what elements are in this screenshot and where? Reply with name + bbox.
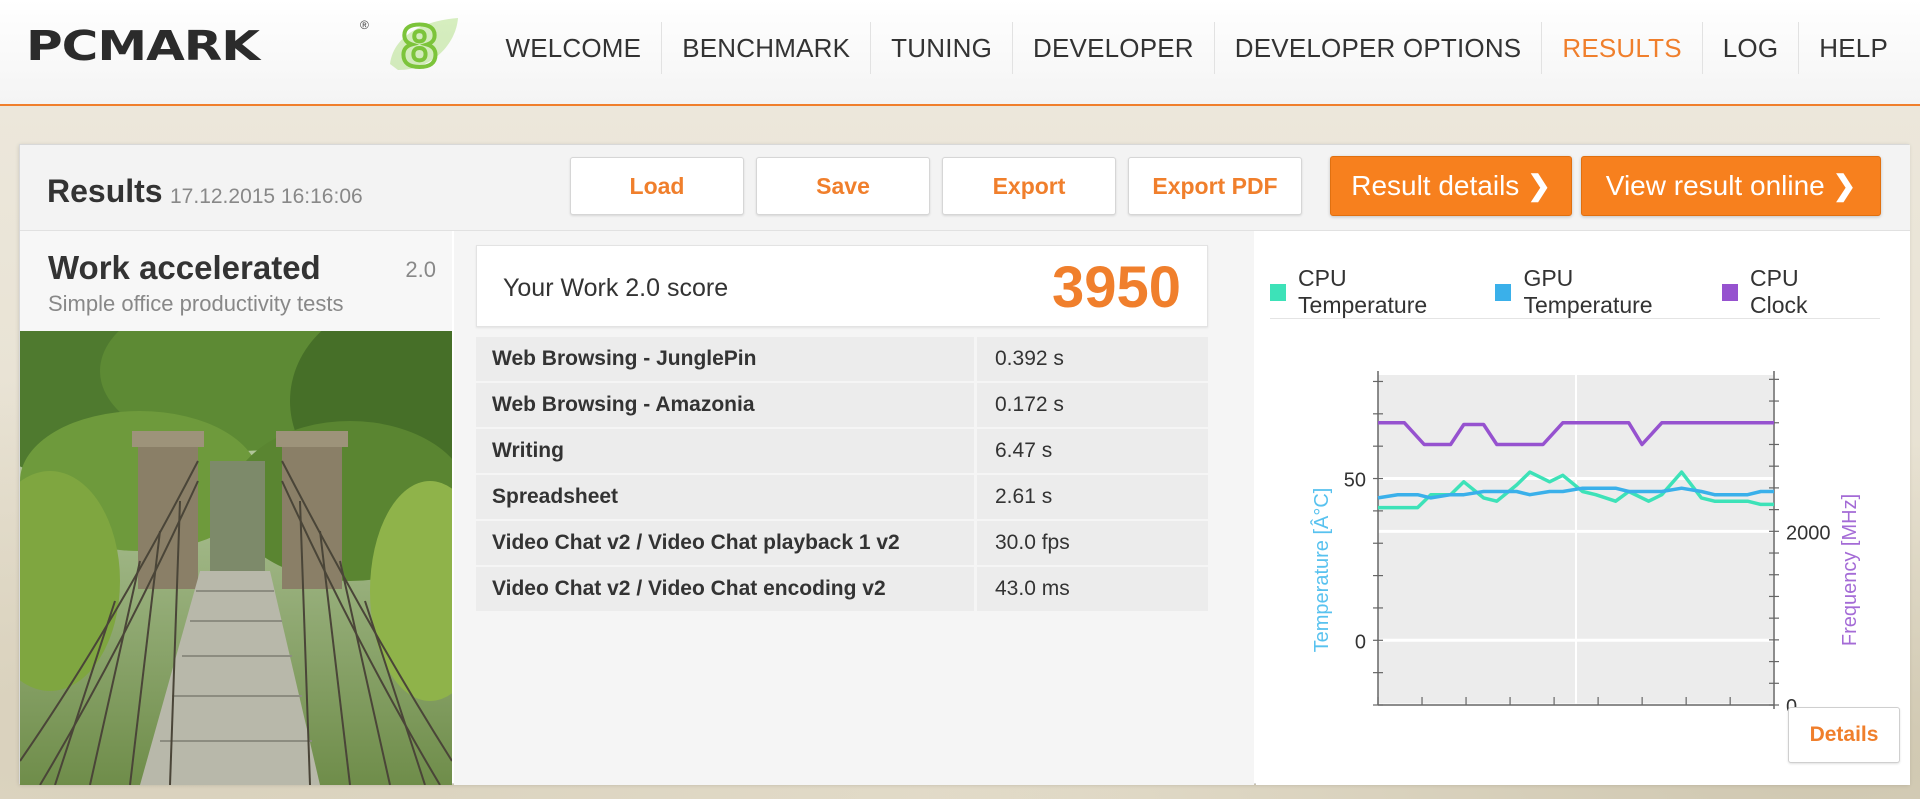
left-tick-label: 0 (1355, 631, 1366, 653)
legend-item: CPU Clock (1722, 265, 1856, 319)
logo-registered-mark: ® (360, 18, 369, 32)
details-button[interactable]: Details (1788, 707, 1900, 763)
subtest-value: 43.0 ms (977, 567, 1208, 611)
legend-swatch (1495, 283, 1512, 301)
logo-eight-emblem: 8 (390, 14, 458, 76)
subtest-name: Video Chat v2 / Video Chat encoding v2 (476, 567, 974, 611)
subtest-name: Web Browsing - JunglePin (476, 337, 974, 381)
export-button[interactable]: Export (942, 157, 1116, 215)
score-label: Your Work 2.0 score (503, 274, 729, 302)
nav-item-log[interactable]: LOG (1703, 22, 1800, 74)
logo-number: 8 (400, 15, 439, 76)
subtest-results-table: Web Browsing - JunglePin 0.392 s Web Brows… (476, 337, 1208, 613)
subtest-value: 0.392 s (977, 337, 1208, 381)
chevron-right-icon: ❯ (1527, 170, 1551, 201)
test-image-rope-bridge (20, 331, 452, 785)
legend-label: GPU Temperature (1523, 265, 1653, 318)
subtest-value: 6.47 s (977, 429, 1208, 473)
test-version: 2.0 (405, 257, 436, 282)
monitoring-column: CPU Temperature GPU Temperature CPU Clock … (1256, 231, 1910, 785)
export-pdf-button[interactable]: Export PDF (1128, 157, 1302, 215)
results-panel: Results 17.12.2015 16:16:06 Load Save Ex… (19, 144, 1910, 785)
legend-item: GPU Temperature (1495, 265, 1698, 319)
save-button[interactable]: Save (756, 157, 930, 215)
nav-item-developer-options[interactable]: DEVELOPER OPTIONS (1215, 22, 1543, 74)
table-row: Web Browsing - Amazonia 0.172 s (476, 383, 1208, 427)
load-button[interactable]: Load (570, 157, 744, 215)
nav-item-help[interactable]: HELP (1799, 22, 1908, 74)
nav-item-tuning[interactable]: TUNING (871, 22, 1014, 74)
score-column: Your Work 2.0 score 3950 Web Browsing - … (454, 231, 1254, 785)
legend-swatch (1722, 283, 1739, 301)
legend-label: CPU Clock (1750, 265, 1808, 318)
left-tick-label: 50 (1344, 470, 1366, 492)
subtest-value: 2.61 s (977, 475, 1208, 519)
table-row: Writing 6.47 s (476, 429, 1208, 473)
table-row: Video Chat v2 / Video Chat playback 1 v2… (476, 521, 1208, 565)
result-date: 17.12.2015 16:16:06 (170, 185, 363, 208)
page-title: Results (47, 173, 163, 209)
nav-item-welcome[interactable]: WELCOME (485, 22, 663, 74)
test-name: Work accelerated (48, 249, 321, 286)
monitoring-chart: 500200000:301:00Time [s]Temperature [Â°C… (1310, 371, 1861, 711)
pcmark-logo: PCMARK ® 8 (26, 14, 458, 76)
right-axis-title: Frequency [MHz] (1839, 494, 1861, 646)
logo-text: PCMARK (26, 22, 260, 70)
chevron-right-icon: ❯ (1832, 170, 1857, 201)
test-info-column: Work accelerated 2.0 Simple office produ… (20, 231, 452, 785)
subtest-name: Video Chat v2 / Video Chat playback 1 v2 (476, 521, 974, 565)
result-details-button[interactable]: Result details ❯ (1330, 156, 1572, 216)
view-result-online-button[interactable]: View result online ❯ (1581, 156, 1881, 216)
results-header: Results 17.12.2015 16:16:06 Load Save Ex… (20, 145, 1910, 231)
subtest-value: 30.0 fps (977, 521, 1208, 565)
legend-swatch (1270, 283, 1287, 301)
table-row: Video Chat v2 / Video Chat encoding v2 43… (476, 567, 1208, 611)
subtest-name: Writing (476, 429, 974, 473)
subtest-name: Web Browsing - Amazonia (476, 383, 974, 427)
main-nav: WELCOME BENCHMARK TUNING DEVELOPER DEVELOPER… (485, 22, 1908, 74)
legend-label: CPU Temperature (1298, 265, 1428, 318)
score-box: Your Work 2.0 score 3950 (476, 245, 1208, 327)
top-bar: PCMARK ® 8 WELCOME BENCHMARK TUNING DEVELOP… (0, 0, 1920, 106)
result-details-label: Result details (1351, 170, 1520, 201)
subtest-value: 0.172 s (977, 383, 1208, 427)
table-row: Web Browsing - JunglePin 0.392 s (476, 337, 1208, 381)
nav-item-developer[interactable]: DEVELOPER (1013, 22, 1215, 74)
right-tick-label: 2000 (1786, 522, 1831, 544)
table-row: Spreadsheet 2.61 s (476, 475, 1208, 519)
legend-item: CPU Temperature (1270, 265, 1471, 319)
score-value: 3950 (1051, 255, 1181, 320)
view-result-online-label: View result online (1605, 170, 1825, 201)
chart-legend: CPU Temperature GPU Temperature CPU Clock (1270, 265, 1880, 319)
nav-item-benchmark[interactable]: BENCHMARK (662, 22, 872, 74)
nav-item-results[interactable]: RESULTS (1542, 22, 1703, 74)
subtest-name: Spreadsheet (476, 475, 974, 519)
test-description: Simple office productivity tests (48, 291, 344, 316)
left-axis-title: Temperature [Â°C] (1310, 488, 1333, 653)
